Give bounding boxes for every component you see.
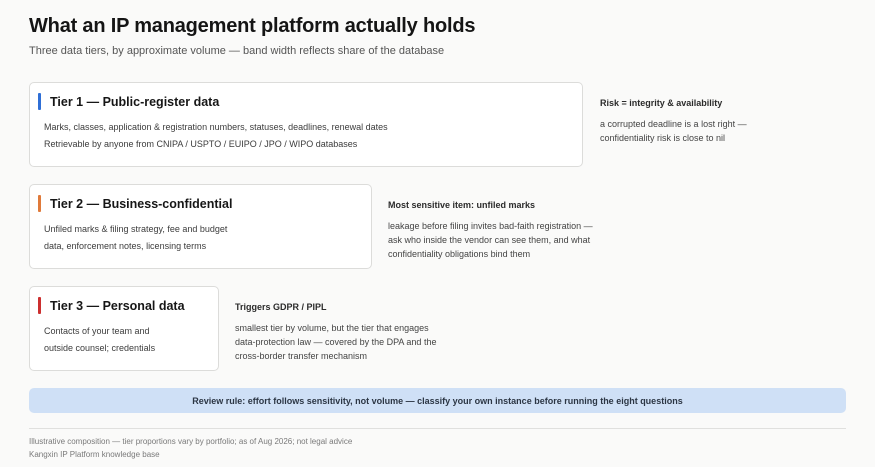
tier-2-note-line-1: leakage before filing invites bad-faith … bbox=[388, 221, 593, 231]
tier-1-line-2: Retrievable by anyone from CNIPA / USPTO… bbox=[44, 139, 358, 149]
tier-2-note: Most sensitive item: unfiled marks leaka… bbox=[388, 200, 593, 261]
tier-1-note-line-2: confidentiality risk is close to nil bbox=[600, 133, 726, 143]
page-subtitle: Three data tiers, by approximate volume … bbox=[29, 45, 445, 57]
tier-1-accent-bar bbox=[38, 93, 41, 110]
tier-2-accent-bar bbox=[38, 195, 41, 212]
review-rule-banner: Review rule: effort follows sensitivity,… bbox=[29, 388, 846, 413]
tier-2-note-line-2: ask who inside the vendor can see them, … bbox=[388, 235, 591, 245]
tier-2-note-title: Most sensitive item: unfiled marks bbox=[388, 200, 536, 210]
tier-3-note-line-2: data-protection law — covered by the DPA… bbox=[235, 337, 437, 347]
tier-1-line-1: Marks, classes, application & registrati… bbox=[44, 122, 388, 132]
tier-1-note-line-1: a corrupted deadline is a lost right — bbox=[600, 119, 747, 129]
tier-3-note-title: Triggers GDPR / PIPL bbox=[235, 302, 327, 312]
tier-3-note-line-3: cross-border transfer mechanism bbox=[235, 351, 368, 361]
tier-3-line-1: Contacts of your team and bbox=[44, 326, 150, 336]
tier-1-note: Risk = integrity & availability a corrup… bbox=[600, 98, 747, 145]
footer-source: Kangxin IP Platform knowledge base bbox=[29, 450, 160, 459]
tier-3-heading: Tier 3 — Personal data bbox=[50, 299, 185, 313]
footer-divider bbox=[29, 428, 846, 429]
tier-2-note-line-3: confidentiality obligations bind them bbox=[388, 249, 531, 259]
tier-2-heading: Tier 2 — Business-confidential bbox=[50, 197, 233, 211]
tier-3-note: Triggers GDPR / PIPL smallest tier by vo… bbox=[235, 302, 436, 363]
tier-2-line-2: data, enforcement notes, licensing terms bbox=[44, 241, 207, 251]
tier-3-card: Tier 3 — Personal data Contacts of your … bbox=[29, 286, 219, 371]
tier-1-note-title: Risk = integrity & availability bbox=[600, 98, 723, 108]
tier-3-note-line-1: smallest tier by volume, but the tier th… bbox=[235, 323, 429, 333]
tier-2-line-1: Unfiled marks & filing strategy, fee and… bbox=[44, 224, 228, 234]
footer-disclaimer: Illustrative composition — tier proporti… bbox=[29, 437, 353, 446]
tier-1-card: Tier 1 — Public-register data Marks, cla… bbox=[29, 82, 583, 167]
tier-2-card: Tier 2 — Business-confidential Unfiled m… bbox=[29, 184, 372, 269]
tier-1-heading: Tier 1 — Public-register data bbox=[50, 95, 220, 109]
tier-3-line-2: outside counsel; credentials bbox=[44, 343, 156, 353]
page-title: What an IP management platform actually … bbox=[29, 15, 476, 37]
tier-3-accent-bar bbox=[38, 297, 41, 314]
